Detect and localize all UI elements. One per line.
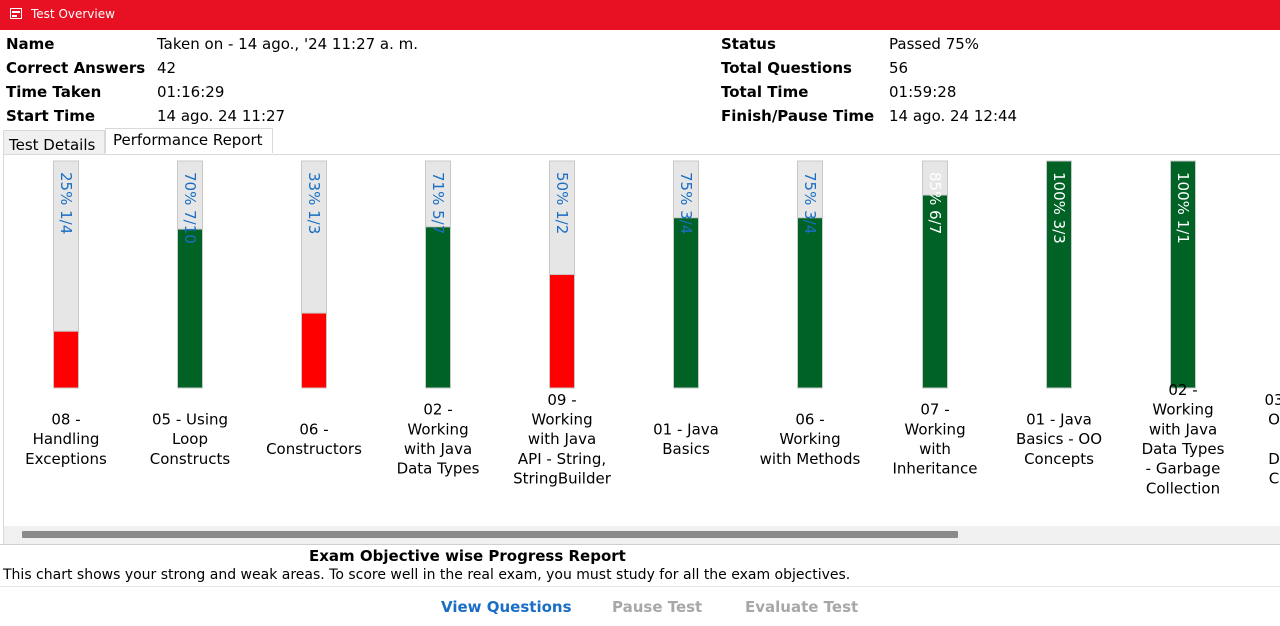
report-title: Exam Objective wise Progress Report <box>309 547 626 565</box>
finish-time-value: 14 ago. 24 12:44 <box>889 107 1018 125</box>
bar-7-value-label: 75% 3/4 <box>801 172 819 234</box>
pause-test-button[interactable]: Pause Test <box>612 598 702 616</box>
bar-5-value-label: 50% 1/2 <box>553 172 571 234</box>
app-icon <box>10 8 22 19</box>
total-questions-value: 56 <box>889 59 909 77</box>
category-label-10: 02 -Working with Java Data Types - Garbage C… <box>1142 381 1225 498</box>
view-questions-button[interactable]: View Questions <box>441 598 572 616</box>
category-label-5: 09 -Working with Java API - String, StringB… <box>513 391 612 488</box>
window-title: Test Overview <box>31 7 115 21</box>
time-taken-value: 01:16:29 <box>157 83 225 101</box>
bar-8-value-label: 85% 6/7 <box>926 172 944 234</box>
correct-answers-label: Correct Answers <box>6 59 146 77</box>
performance-chart-svg: 25% 1/4 08 -Handling Exceptions 70% 7/10 05 … <box>25 160 1280 498</box>
start-time-value: 14 ago. 24 11:27 <box>157 107 286 125</box>
category-label-6: 01 - Java Basics <box>653 420 719 458</box>
category-label-4: 02 -Working with Java Data Types <box>397 401 480 478</box>
divider <box>0 586 1280 587</box>
divider <box>0 544 1280 545</box>
bar-2-fill <box>177 228 203 389</box>
total-time-label: Total Time <box>721 83 809 101</box>
bar-3-fill <box>301 312 327 389</box>
status-label: Status <box>721 35 776 53</box>
horizontal-scrollbar[interactable] <box>22 531 958 538</box>
category-label-1: 08 -Handling Exceptions <box>25 410 107 467</box>
bar-9-value-label: 100% 3/3 <box>1050 172 1068 244</box>
bar-7-fill <box>797 217 823 389</box>
time-taken-label: Time Taken <box>6 83 102 101</box>
tab-performance-report[interactable]: Performance Report <box>105 128 273 153</box>
title-bar: Test Overview <box>0 0 1280 30</box>
correct-answers-value: 42 <box>157 59 177 77</box>
bar-5-fill <box>549 274 575 389</box>
bar-1-fill <box>53 330 79 389</box>
category-label-11: 03ODC <box>1264 391 1280 488</box>
performance-chart: 25% 1/4 08 -Handling Exceptions 70% 7/10 05 … <box>3 155 1280 526</box>
bar-4-value-label: 71% 5/7 <box>429 172 447 234</box>
bar-1-value-label: 25% 1/4 <box>57 172 75 234</box>
category-label-7: 06 -Working with Methods <box>760 410 861 467</box>
bar-6-fill <box>673 217 699 389</box>
bar-4-fill <box>425 226 451 389</box>
finish-time-label: Finish/Pause Time <box>721 107 875 125</box>
name-label: Name <box>6 35 55 53</box>
evaluate-test-button[interactable]: Evaluate Test <box>745 598 858 616</box>
total-questions-label: Total Questions <box>721 59 852 77</box>
bar-3-value-label: 33% 1/3 <box>305 172 323 234</box>
category-label-8: 07 -Working with Inheritance <box>892 401 977 478</box>
status-value: Passed 75% <box>889 35 980 53</box>
start-time-label: Start Time <box>6 107 96 125</box>
bar-6-value-label: 75% 3/4 <box>677 172 695 234</box>
bar-10-value-label: 100% 1/1 <box>1174 172 1192 244</box>
bar-2-value-label: 70% 7/10 <box>181 172 199 244</box>
tab-test-details[interactable]: Test Details <box>3 130 105 155</box>
category-label-9: 01 - Java Basics - OO Concepts <box>1016 410 1102 467</box>
total-time-value: 01:59:28 <box>889 83 957 101</box>
report-description: This chart shows your strong and weak ar… <box>3 567 851 583</box>
category-label-3: 06 -Constructors <box>266 420 362 458</box>
name-value: Taken on - 14 ago., '24 11:27 a. m. <box>157 35 419 53</box>
category-label-2: 05 - Using Loop Constructs <box>150 410 231 467</box>
